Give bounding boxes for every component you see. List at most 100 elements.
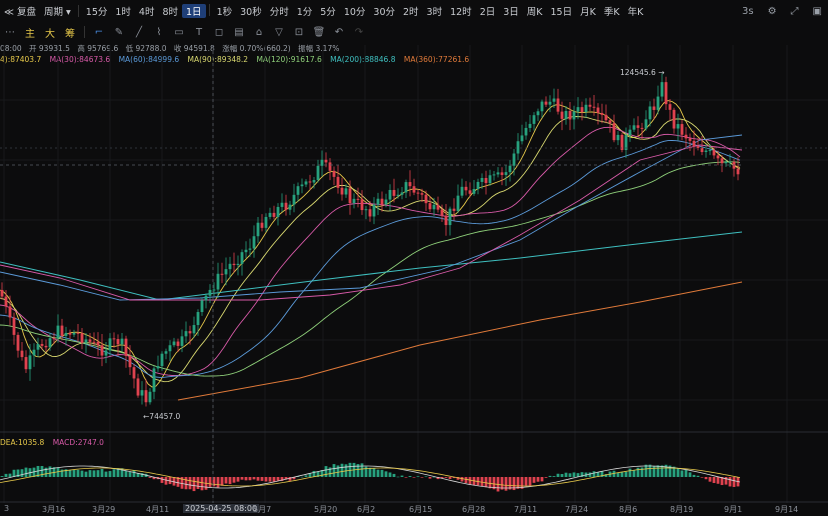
macd-bar (548, 475, 552, 477)
macd-bar (564, 472, 568, 477)
candle (672, 107, 676, 134)
candle (228, 256, 232, 279)
macd-bar (272, 477, 276, 482)
macd-bar (304, 475, 308, 477)
candle (428, 196, 432, 213)
candle (484, 170, 488, 195)
candle (472, 179, 476, 196)
candle (196, 309, 200, 336)
macd-bar (248, 477, 252, 481)
candle (612, 114, 616, 143)
macd-bar (40, 466, 44, 477)
candle (476, 178, 480, 195)
candle (616, 131, 620, 146)
candle (20, 341, 24, 361)
macd-bar (396, 476, 400, 478)
candle (528, 114, 532, 132)
time-axis-label: 3 (4, 504, 10, 513)
macd-bar (376, 469, 380, 477)
candle (28, 343, 32, 381)
candle (412, 178, 416, 196)
candle (520, 124, 524, 145)
ma-line (0, 126, 741, 376)
dea-label: DEA:1035.8 (0, 438, 45, 447)
macd-bar (540, 477, 544, 482)
candle (304, 179, 308, 188)
candle (188, 325, 192, 345)
candle (0, 282, 4, 300)
macd-bar (388, 472, 392, 477)
candle (536, 108, 540, 122)
candle (356, 187, 360, 208)
candle (540, 99, 544, 118)
macd-bar (544, 477, 548, 478)
candle (300, 178, 304, 194)
candle (204, 293, 208, 309)
candlestick-chart[interactable] (0, 0, 828, 503)
macd-bar (340, 463, 344, 477)
candle (108, 333, 112, 357)
candle (532, 112, 536, 131)
candle (144, 379, 148, 407)
macd-bar (636, 467, 640, 477)
candle (644, 110, 648, 131)
candle (400, 186, 404, 200)
macd-bar (364, 466, 368, 477)
macd-bar (380, 469, 384, 477)
macd-bar (400, 475, 404, 477)
candle (568, 102, 572, 131)
macd-bar (428, 477, 432, 479)
macd-bar (220, 477, 224, 486)
time-axis-label: 9月14 (775, 505, 799, 514)
macd-bar (480, 477, 484, 487)
macd-bar (240, 477, 244, 480)
candle (148, 388, 152, 405)
macd-bar (148, 477, 152, 478)
macd-bar (300, 476, 304, 478)
candle (284, 194, 288, 216)
macd-bar (332, 464, 336, 477)
time-axis-label: 2025-04-25 08:00 (183, 504, 260, 513)
time-axis-label: 9月1 (724, 505, 743, 514)
macd-bar (260, 477, 264, 481)
candle (628, 125, 632, 142)
candle (276, 203, 280, 226)
macd-bar (616, 472, 620, 477)
candle (328, 158, 332, 181)
candle (660, 73, 664, 102)
macd-bar (652, 466, 656, 477)
candle (584, 98, 588, 118)
macd-bar (48, 466, 52, 477)
macd-bar (444, 477, 448, 478)
candle (256, 217, 260, 243)
macd-bar (572, 472, 576, 477)
candle (452, 198, 456, 221)
candle (340, 177, 344, 201)
macd-bar (568, 473, 572, 477)
candle (168, 340, 172, 362)
time-axis-label: 3月16 (42, 505, 66, 514)
macd-bar (112, 469, 116, 477)
candle (496, 167, 500, 178)
candle (516, 133, 520, 160)
candle (32, 343, 36, 367)
candle (136, 373, 140, 398)
candle (544, 96, 548, 107)
macd-bar (0, 476, 4, 477)
macd-bar (324, 466, 328, 477)
macd-bar (656, 465, 660, 477)
macd-bar (236, 477, 240, 482)
candle (16, 332, 20, 358)
candle (80, 328, 84, 350)
candle (556, 88, 560, 115)
candle (96, 332, 100, 356)
macd-bar (84, 471, 88, 477)
candle (252, 225, 256, 258)
macd-bar (104, 471, 108, 477)
macd-bar (92, 470, 96, 477)
time-axis-label: 6月28 (462, 505, 486, 514)
macd-bar (208, 477, 212, 487)
macd-bar (560, 474, 564, 477)
macd-bar (552, 476, 556, 477)
candle (548, 95, 552, 113)
